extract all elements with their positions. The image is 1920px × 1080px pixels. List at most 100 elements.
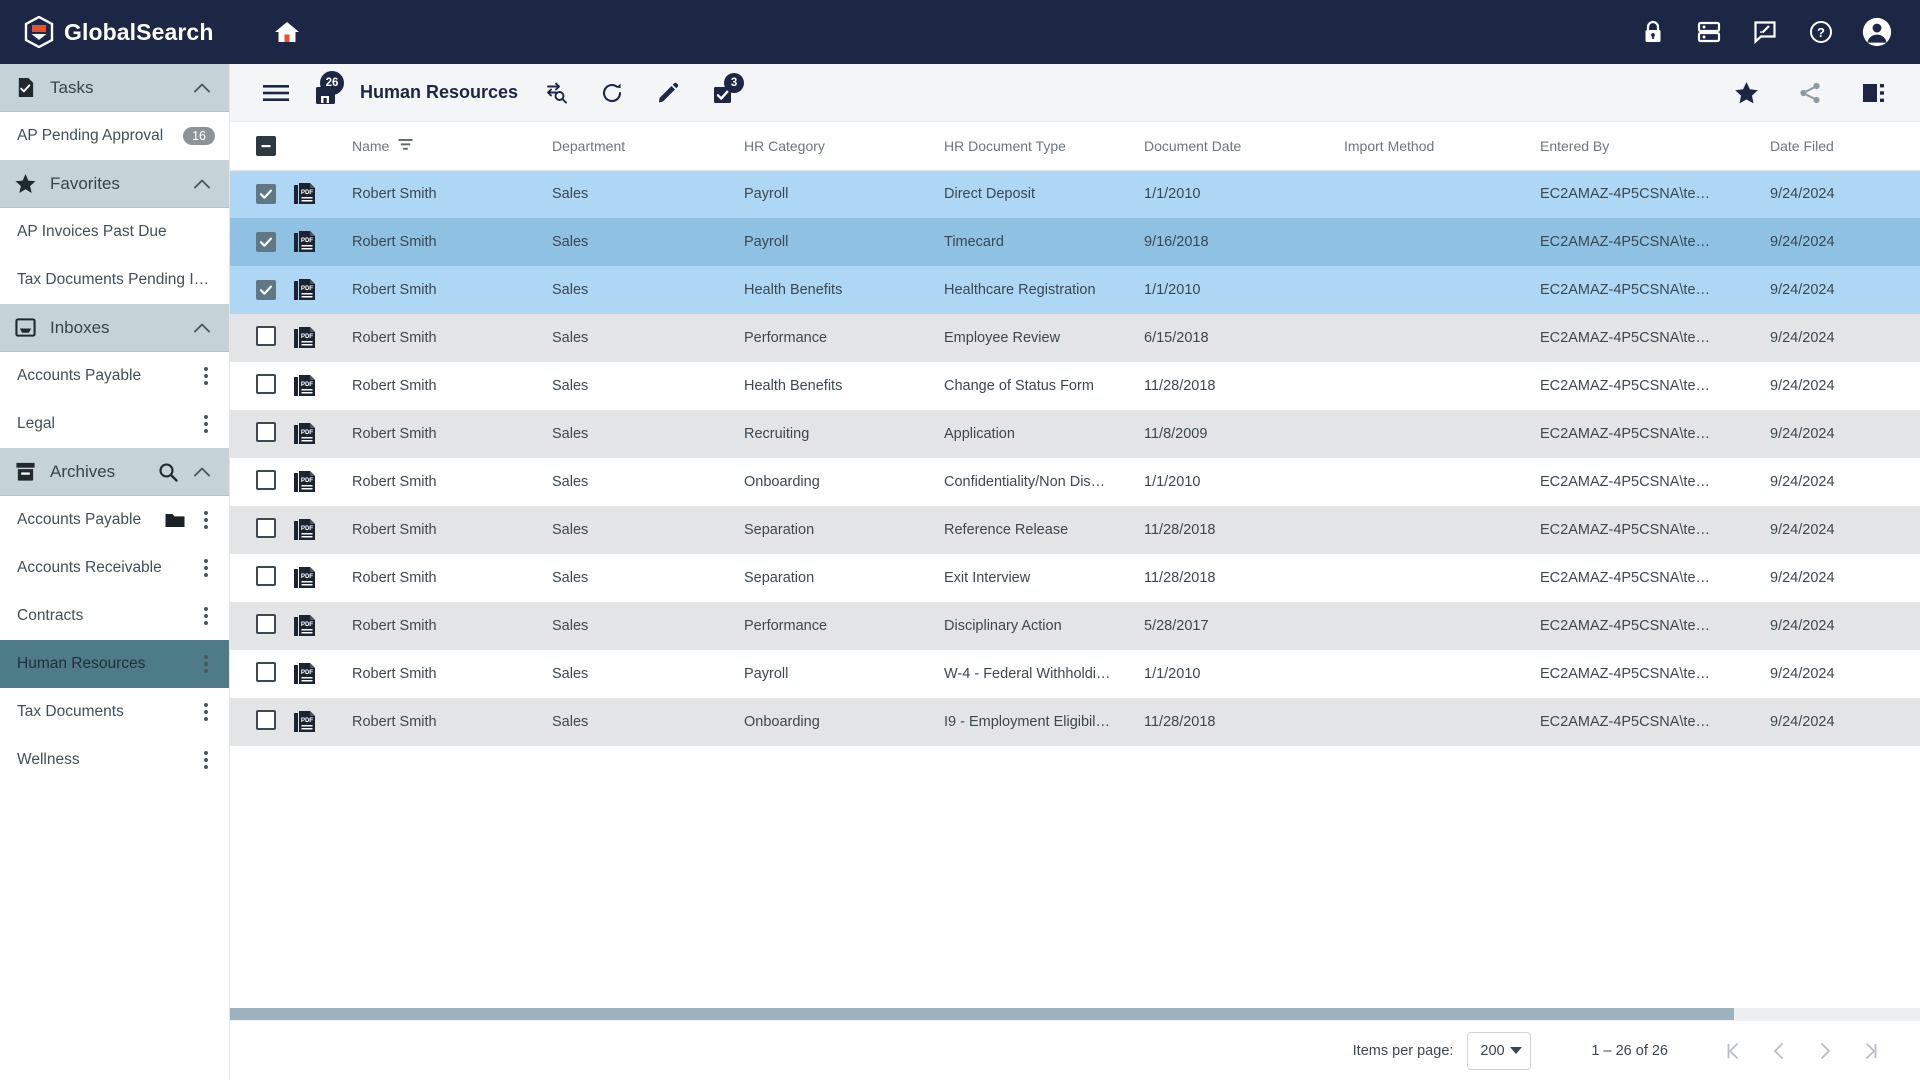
table-row[interactable]: PDFRobert SmithSalesOnboardingI9 - Emplo… [230,698,1920,746]
table-row[interactable]: PDFRobert SmithSalesOnboardingConfidenti… [230,458,1920,506]
svg-text:PDF: PDF [301,237,314,244]
column-header-name[interactable]: Name [344,122,544,170]
select-all-checkbox[interactable] [256,136,276,156]
next-page-icon[interactable] [1802,1031,1848,1071]
cell-date-filed: 9/24/2024 [1762,170,1920,218]
chevron-up-icon[interactable] [193,79,211,97]
column-header-import-method[interactable]: Import Method [1336,122,1532,170]
row-checkbox[interactable] [256,470,276,490]
row-checkbox[interactable] [256,614,276,634]
selected-documents-icon[interactable]: 3 [704,73,744,113]
row-checkbox[interactable] [256,326,276,346]
column-header-department[interactable]: Department [544,122,736,170]
row-checkbox[interactable] [256,422,276,442]
horizontal-scrollbar[interactable] [230,1008,1920,1020]
table-row[interactable]: PDFRobert SmithSalesSeparationExit Inter… [230,554,1920,602]
pencil-edit-icon[interactable] [648,73,688,113]
sidebar-item-accounts-payable[interactable]: Accounts Payable [0,352,229,400]
more-options-icon[interactable] [197,559,215,577]
sidebar-item-legal[interactable]: Legal [0,400,229,448]
column-header-hr-category[interactable]: HR Category [736,122,936,170]
database-icon[interactable] [1694,17,1724,47]
row-checkbox[interactable] [256,184,276,204]
search-icon[interactable] [157,461,179,483]
star-favorite-icon[interactable] [1726,73,1766,113]
row-checkbox[interactable] [256,662,276,682]
icon-column-header [286,122,344,170]
chevron-up-icon[interactable] [193,175,211,193]
chevron-up-icon[interactable] [193,463,211,481]
more-options-icon[interactable] [197,415,215,433]
sidebar-item-ap-pending-approval[interactable]: AP Pending Approval16 [0,112,229,160]
table-row[interactable]: PDFRobert SmithSalesRecruitingApplicatio… [230,410,1920,458]
row-checkbox[interactable] [256,232,276,252]
more-options-icon[interactable] [197,703,215,721]
first-page-icon[interactable] [1710,1031,1756,1071]
table-row[interactable]: PDFRobert SmithSalesPerformanceEmployee … [230,314,1920,362]
cell-department: Sales [544,266,736,314]
more-options-icon[interactable] [197,751,215,769]
cell-name: Robert Smith [344,602,544,650]
cell-hr-category: Payroll [736,218,936,266]
sidebar-item-tax-documents-pending-inde[interactable]: Tax Documents Pending Inde… [0,256,229,304]
layout-view-icon[interactable] [1854,73,1894,113]
refine-search-icon[interactable] [536,73,576,113]
column-header-hr-document-type[interactable]: HR Document Type [936,122,1136,170]
sidebar-item-accounts-receivable[interactable]: Accounts Receivable [0,544,229,592]
table-row[interactable]: PDFRobert SmithSalesPayrollTimecard9/16/… [230,218,1920,266]
chevron-up-icon[interactable] [193,319,211,337]
sidebar-section-tasks[interactable]: Tasks [0,64,229,112]
column-header-label: HR Category [744,138,825,154]
pdf-icon: PDF [294,662,316,686]
documents-badge-icon[interactable]: 26 [304,73,344,113]
share-icon[interactable] [1790,73,1830,113]
help-icon[interactable]: ? [1806,17,1836,47]
sidebar-item-wellness[interactable]: Wellness [0,736,229,784]
row-checkbox[interactable] [256,710,276,730]
row-checkbox[interactable] [256,518,276,538]
account-avatar-icon[interactable] [1862,17,1892,47]
sidebar-item-ap-invoices-past-due[interactable]: AP Invoices Past Due [0,208,229,256]
table-row[interactable]: PDFRobert SmithSalesHealth BenefitsChang… [230,362,1920,410]
cell-document-date: 11/28/2018 [1136,698,1336,746]
row-checkbox-cell [230,602,286,650]
column-header-date-filed[interactable]: Date Filed [1762,122,1920,170]
table-row[interactable]: PDFRobert SmithSalesSeparationReference … [230,506,1920,554]
annotate-icon[interactable] [1750,17,1780,47]
table-row[interactable]: PDFRobert SmithSalesPayrollW-4 - Federal… [230,650,1920,698]
sidebar-item-accounts-payable[interactable]: Accounts Payable [0,496,229,544]
more-options-icon[interactable] [197,607,215,625]
table-body: PDFRobert SmithSalesPayrollDirect Deposi… [230,170,1920,746]
brand-logo-area[interactable]: GlobalSearch [0,16,230,48]
table-row[interactable]: PDFRobert SmithSalesHealth BenefitsHealt… [230,266,1920,314]
cell-entered-by: EC2AMAZ-4P5CSNA\te… [1532,554,1762,602]
more-options-icon[interactable] [197,655,215,673]
filter-icon[interactable] [398,138,413,154]
more-options-icon[interactable] [197,367,215,385]
sidebar-item-tax-documents[interactable]: Tax Documents [0,688,229,736]
items-per-page-select[interactable]: 200 [1467,1032,1531,1070]
scrollbar-thumb[interactable] [230,1008,1734,1020]
column-header-document-date[interactable]: Document Date [1136,122,1336,170]
hamburger-menu-icon[interactable] [256,73,296,113]
row-checkbox[interactable] [256,280,276,300]
sidebar-item-contracts[interactable]: Contracts [0,592,229,640]
column-header-entered-by[interactable]: Entered By [1532,122,1762,170]
sidebar-section-favorites[interactable]: Favorites [0,160,229,208]
sidebar-section-archives[interactable]: Archives [0,448,229,496]
refresh-icon[interactable] [592,73,632,113]
table-row[interactable]: PDFRobert SmithSalesPayrollDirect Deposi… [230,170,1920,218]
svg-text:PDF: PDF [301,477,314,484]
document-table-container: NameDepartment HR Category HR Document Typ… [230,122,1920,1020]
table-row[interactable]: PDFRobert SmithSalesPerformanceDisciplin… [230,602,1920,650]
previous-page-icon[interactable] [1756,1031,1802,1071]
sidebar-section-inboxes[interactable]: Inboxes [0,304,229,352]
row-checkbox-cell [230,506,286,554]
home-icon[interactable] [270,15,304,49]
row-checkbox[interactable] [256,374,276,394]
last-page-icon[interactable] [1848,1031,1894,1071]
row-checkbox[interactable] [256,566,276,586]
more-options-icon[interactable] [197,511,215,529]
lock-icon[interactable] [1638,17,1668,47]
sidebar-item-human-resources[interactable]: Human Resources [0,640,229,688]
